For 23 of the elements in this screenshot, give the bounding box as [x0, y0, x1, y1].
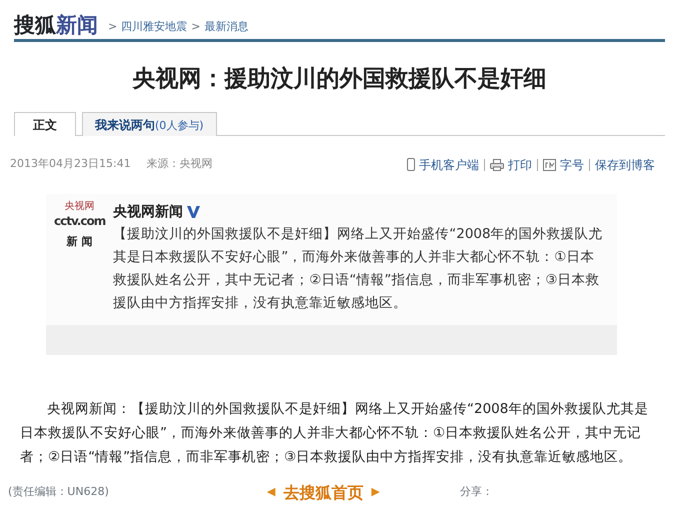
editor-credit: (责任编辑：UN628)	[8, 484, 109, 500]
weibo-author[interactable]: 央视网新闻	[113, 202, 184, 223]
toolbar-link[interactable]: 打印	[490, 156, 532, 174]
cctv-news-logo: 央视网 cctv.com 新 闻	[54, 202, 106, 250]
toolbar-link[interactable]: 保存到博客	[595, 156, 655, 174]
article-source: 来源：央视网	[146, 156, 213, 172]
publish-time: 2013年04月23日15:41	[10, 156, 131, 172]
weibo-post-text: 【援助汶川的外国救援队不是奸细】网络上又开始盛传“2008年的国外救援队尤其是日本救援队不安好心眼”，而海外来做善事的人并非大都心怀不轨：①日本救援队姓名公开，其中无记者；②日语“情報”指信息，而非军事机密；③日本救援队由中方指挥安排，没有执意靠近敏感地区。	[113, 224, 604, 313]
breadcrumb-link[interactable]: 最新消息	[204, 18, 248, 35]
share-label: 分享：	[460, 484, 493, 500]
phone-icon	[407, 158, 415, 172]
breadcrumb-link[interactable]: 四川雅安地震	[121, 18, 188, 35]
article-paragraph: 央视网新闻：【援助汶川的外国救援队不是奸细】网络上又开始盛传“2008年的国外救援队尤其是日本救援队不安好心眼”，而海外来做善事的人并非大都心怀不轨：①日本救援队姓名公开，其中无记者；②日语“情報”指信息，而非军事机密；③日本救援队由中方指挥安排，没有执意靠近敏感地区。	[20, 400, 650, 467]
printer-icon	[490, 158, 504, 171]
font-size-icon	[543, 158, 556, 171]
tab[interactable]: 我来说两句(0人参与)	[82, 112, 217, 136]
tab[interactable]: 正文	[14, 112, 76, 136]
toolbar-link[interactable]: 手机客户端	[407, 156, 479, 174]
article-title: 央视网：援助汶川的外国救援队不是奸细	[131, 66, 548, 94]
breadcrumb-separator: >	[108, 18, 118, 34]
breadcrumb-separator: >	[191, 18, 200, 34]
toolbar-link[interactable]: 字号	[543, 156, 584, 174]
site-logo[interactable]: 搜狐新闻	[14, 14, 98, 35]
